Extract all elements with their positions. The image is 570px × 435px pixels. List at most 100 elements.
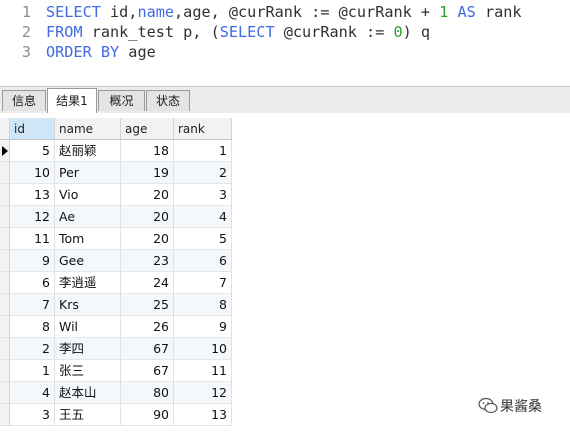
cell-age[interactable]: 19 [121,162,174,184]
cell-rank[interactable]: 7 [174,272,232,294]
cell-name[interactable]: Vio [55,184,121,206]
cell-id[interactable]: 5 [10,140,55,162]
table-row[interactable]: 2 李四 67 10 [0,338,232,360]
column-header-id[interactable]: id [10,118,55,140]
tab-2[interactable]: 结果1 [47,88,97,113]
row-selector[interactable] [0,272,10,294]
cell-rank[interactable]: 12 [174,382,232,404]
cell-age[interactable]: 20 [121,206,174,228]
cell-id[interactable]: 12 [10,206,55,228]
table-row[interactable]: 8 Wil 26 9 [0,316,232,338]
cell-id[interactable]: 10 [10,162,55,184]
cell-rank[interactable]: 9 [174,316,232,338]
cell-name[interactable]: Ae [55,206,121,228]
sql-text: @curRank := [274,23,394,41]
cell-name[interactable]: 赵本山 [55,382,121,404]
sql-editor[interactable]: 1 SELECT id,name,age, @curRank := @curRan… [0,0,570,86]
code-line[interactable]: 3 ORDER BY age [0,42,156,62]
cell-name[interactable]: 李逍遥 [55,272,121,294]
cell-rank[interactable]: 2 [174,162,232,184]
cell-age[interactable]: 20 [121,184,174,206]
cell-id[interactable]: 11 [10,228,55,250]
row-selector[interactable] [0,140,10,162]
cell-id[interactable]: 3 [10,404,55,426]
cell-id[interactable]: 13 [10,184,55,206]
cell-name[interactable]: 张三 [55,360,121,382]
table-row[interactable]: 11 Tom 20 5 [0,228,232,250]
cell-id[interactable]: 2 [10,338,55,360]
cell-age[interactable]: 24 [121,272,174,294]
cell-rank[interactable]: 11 [174,360,232,382]
cell-rank[interactable]: 10 [174,338,232,360]
cell-id[interactable]: 7 [10,294,55,316]
row-selector[interactable] [0,360,10,382]
sql-keyword: AS [457,3,476,21]
row-selector[interactable] [0,404,10,426]
sql-number: 1 [439,3,449,21]
cell-id[interactable]: 9 [10,250,55,272]
tab-1[interactable]: 信息 [2,90,46,111]
cell-name[interactable]: 李四 [55,338,121,360]
table-row[interactable]: 12 Ae 20 4 [0,206,232,228]
cell-age[interactable]: 67 [121,338,174,360]
row-selector[interactable] [0,228,10,250]
cell-rank[interactable]: 4 [174,206,232,228]
table-row[interactable]: 3 王五 90 13 [0,404,232,426]
cell-name[interactable]: 王五 [55,404,121,426]
tab-3[interactable]: 概况 [98,90,145,111]
sql-keyword: FROM [46,23,83,41]
column-header-rank[interactable]: rank [174,118,232,140]
cell-name[interactable]: 赵丽颖 [55,140,121,162]
cell-name[interactable]: Gee [55,250,121,272]
column-header-age[interactable]: age [121,118,174,140]
cell-age[interactable]: 26 [121,316,174,338]
row-selector[interactable] [0,338,10,360]
cell-age[interactable]: 20 [121,228,174,250]
row-selector[interactable] [0,162,10,184]
code-line[interactable]: 1 SELECT id,name,age, @curRank := @curRan… [0,2,522,22]
cell-rank[interactable]: 3 [174,184,232,206]
cell-name[interactable]: Tom [55,228,121,250]
cell-id[interactable]: 1 [10,360,55,382]
row-selector[interactable] [0,294,10,316]
result-grid[interactable]: id name age rank 5 赵丽颖 18 1 10 Per 19 2 13 Vio 20 3 12 Ae… [0,113,570,435]
line-number: 3 [21,43,31,61]
cell-name[interactable]: Per [55,162,121,184]
tab-4[interactable]: 状态 [146,90,190,111]
table-row[interactable]: 1 张三 67 11 [0,360,232,382]
table-row[interactable]: 6 李逍遥 24 7 [0,272,232,294]
table-row[interactable]: 5 赵丽颖 18 1 [0,140,232,162]
table-row[interactable]: 9 Gee 23 6 [0,250,232,272]
row-selector[interactable] [0,250,10,272]
sql-text: rank [475,3,522,21]
table-row[interactable]: 7 Krs 25 8 [0,294,232,316]
cell-id[interactable]: 6 [10,272,55,294]
row-selector[interactable] [0,184,10,206]
column-header-name[interactable]: name [55,118,121,140]
row-selector[interactable] [0,316,10,338]
table-row[interactable]: 13 Vio 20 3 [0,184,232,206]
cell-age[interactable]: 67 [121,360,174,382]
row-selector[interactable] [0,382,10,404]
cell-rank[interactable]: 13 [174,404,232,426]
cell-age[interactable]: 90 [121,404,174,426]
cell-age[interactable]: 25 [121,294,174,316]
code-line[interactable]: 2 FROM rank_test p, (SELECT @curRank := 0… [0,22,430,42]
cell-rank[interactable]: 5 [174,228,232,250]
cell-age[interactable]: 23 [121,250,174,272]
cell-id[interactable]: 4 [10,382,55,404]
cell-age[interactable]: 80 [121,382,174,404]
sql-text: ,age, @curRank := @curRank + [174,3,440,21]
cell-id[interactable]: 8 [10,316,55,338]
table-row[interactable]: 4 赵本山 80 12 [0,382,232,404]
cell-name[interactable]: Wil [55,316,121,338]
cell-name[interactable]: Krs [55,294,121,316]
wechat-icon [478,397,498,414]
table-row[interactable]: 10 Per 19 2 [0,162,232,184]
row-selector[interactable] [0,206,10,228]
cell-rank[interactable]: 8 [174,294,232,316]
cell-rank[interactable]: 6 [174,250,232,272]
cell-rank[interactable]: 1 [174,140,232,162]
sql-text: ) q [402,23,431,41]
cell-age[interactable]: 18 [121,140,174,162]
